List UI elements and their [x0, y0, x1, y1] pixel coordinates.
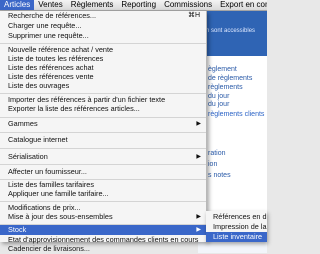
menu-item-stock[interactable]: Stock ▶ — [0, 225, 206, 235]
menubar: Articles Ventes Règlements Reporting Com… — [0, 0, 267, 11]
menubar-export[interactable]: Export en com — [216, 0, 267, 10]
menu-item-gammes[interactable]: Gammes ▶ — [0, 119, 206, 129]
menu-item-label: Mise à jour des sous-ensembles — [8, 212, 113, 221]
menu-separator — [0, 201, 206, 202]
background-link[interactable]: de règlements — [208, 75, 252, 82]
background-link[interactable]: du jour — [208, 101, 229, 108]
menu-item-cadencier[interactable]: Cadencier de livraisons... — [0, 244, 206, 254]
background-link[interactable]: du jour — [208, 93, 229, 100]
menu-separator — [0, 117, 206, 118]
background-link[interactable]: s notes — [208, 172, 231, 179]
submenu-arrow-icon: ▶ — [196, 154, 201, 160]
submenu-arrow-icon: ▶ — [196, 121, 201, 127]
menu-separator — [0, 148, 206, 149]
menubar-commissions[interactable]: Commissions — [160, 0, 216, 10]
menu-item-appliquer-famille[interactable]: Appliquer une famille tarifaire... — [0, 189, 206, 199]
menu-separator — [0, 43, 206, 44]
articles-menu: Recherche de références... ⌘H Charger un… — [0, 11, 207, 253]
submenu-arrow-icon: ▶ — [196, 227, 201, 233]
background-link[interactable]: ion — [208, 161, 217, 168]
menu-item-label: Stock — [8, 225, 27, 234]
menu-item-label: Gammes — [8, 119, 38, 128]
background-link[interactable]: règlements — [208, 84, 243, 91]
menubar-reporting[interactable]: Reporting — [117, 0, 160, 10]
stock-submenu: Références en d Impression de la Liste i… — [206, 211, 267, 242]
menu-item-sous-ensembles[interactable]: Mise à jour des sous-ensembles ▶ — [0, 212, 206, 222]
menu-item-recherche[interactable]: Recherche de références... ⌘H — [0, 11, 206, 21]
menu-item-catalogue-internet[interactable]: Catalogue internet — [0, 135, 206, 145]
menu-item-exporter[interactable]: Exporter la liste des références article… — [0, 104, 206, 114]
submenu-arrow-icon: ▶ — [196, 214, 201, 220]
background-link[interactable]: règlements clients — [208, 111, 264, 118]
menubar-ventes[interactable]: Ventes — [34, 0, 66, 10]
menu-item-supprimer-requete[interactable]: Supprimer une requête... — [0, 31, 206, 41]
background-header-text: n sont accessibles — [206, 28, 256, 34]
menu-item-serialisation[interactable]: Sérialisation ▶ — [0, 152, 206, 162]
background-link[interactable]: èglement — [208, 66, 237, 73]
menu-item-label: Sérialisation — [8, 152, 48, 161]
menu-separator — [0, 164, 206, 165]
menu-separator — [0, 132, 206, 133]
menu-separator — [0, 93, 206, 94]
submenu-item-liste-inventaire[interactable]: Liste inventaire — [206, 232, 267, 242]
submenu-item-impression[interactable]: Impression de la — [206, 222, 267, 232]
background-link[interactable]: ration — [208, 150, 226, 157]
submenu-item-references[interactable]: Références en d — [206, 212, 267, 222]
menu-item-charger-requete[interactable]: Charger une requête... — [0, 21, 206, 31]
menu-item-ouvrages[interactable]: Liste des ouvrages — [0, 81, 206, 91]
menu-item-affecter-fournisseur[interactable]: Affecter un fournisseur... — [0, 167, 206, 177]
menubar-articles[interactable]: Articles — [0, 0, 35, 10]
menu-item-label: Recherche de références... — [8, 11, 97, 20]
menubar-reglements[interactable]: Règlements — [67, 0, 118, 10]
shortcut-label: ⌘H — [187, 12, 200, 19]
